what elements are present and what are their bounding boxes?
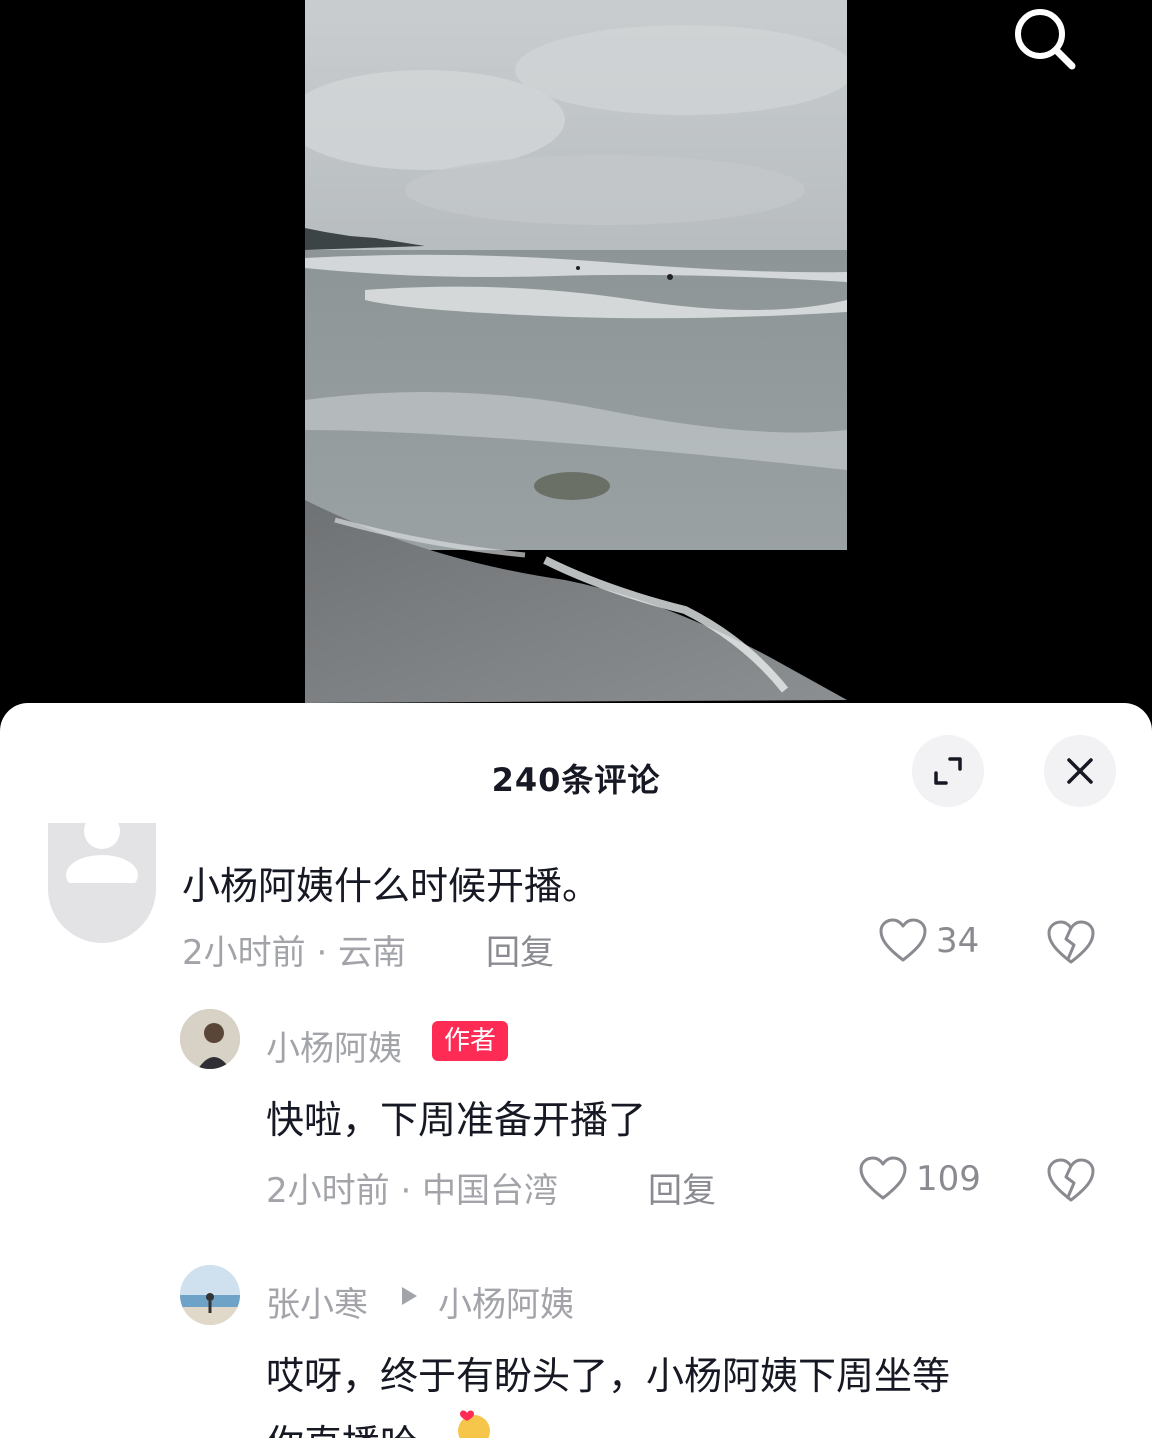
comment-meta: 2小时前 · 中国台湾 xyxy=(266,1171,559,1211)
comment-meta: 2小时前 · 云南 xyxy=(182,933,407,973)
broken-heart-icon xyxy=(1047,920,1095,964)
search-button[interactable] xyxy=(1006,2,1082,78)
comments-sheet: 240条评论 小杨阿姨什么时候开播。 2小时前 · 云南 回复 34 小杨阿姨 … xyxy=(0,703,1152,1438)
comment-text-line2: 你直播哈 xyxy=(266,1413,418,1438)
reply-button[interactable]: 回复 xyxy=(486,925,554,974)
video-player[interactable] xyxy=(0,0,1152,740)
comment-text: 快啦，下周准备开播了 xyxy=(266,1098,647,1142)
avatar-default[interactable] xyxy=(48,823,156,943)
author-photo-icon xyxy=(180,1009,240,1069)
hug-emoji-icon xyxy=(458,1410,490,1438)
comment-author[interactable]: 张小寒 xyxy=(266,1277,368,1326)
user-photo-icon xyxy=(180,1265,240,1325)
heart-icon xyxy=(879,918,927,962)
reply-button[interactable]: 回复 xyxy=(648,1163,716,1212)
like-button[interactable]: 109 xyxy=(858,1155,981,1203)
default-user-icon xyxy=(66,823,138,895)
reply-to-user[interactable]: 小杨阿姨 xyxy=(438,1277,574,1326)
comment-text-line1: 哎呀，终于有盼头了，小杨阿姨下周坐等 xyxy=(266,1354,951,1398)
like-button[interactable]: 34 xyxy=(878,917,979,965)
heart-icon xyxy=(859,1156,907,1200)
expand-button[interactable] xyxy=(912,735,984,807)
avatar-author[interactable] xyxy=(180,1009,240,1069)
comment-text: 小杨阿姨什么时候开播。 xyxy=(182,864,601,908)
author-badge: 作者 xyxy=(432,1021,509,1061)
like-count: 34 xyxy=(936,921,980,961)
broken-heart-icon xyxy=(1047,1158,1095,1202)
video-frame-beach xyxy=(305,0,847,703)
dislike-button[interactable] xyxy=(1046,919,1096,971)
play-arrow-icon xyxy=(402,1287,417,1305)
close-button[interactable] xyxy=(1044,735,1116,807)
comment-author[interactable]: 小杨阿姨 xyxy=(266,1021,402,1070)
like-count: 109 xyxy=(916,1159,981,1199)
search-icon xyxy=(1015,9,1076,70)
dislike-button[interactable] xyxy=(1046,1157,1096,1209)
expand-icon xyxy=(934,757,962,785)
close-icon xyxy=(1067,758,1093,784)
avatar-user[interactable] xyxy=(180,1265,240,1325)
